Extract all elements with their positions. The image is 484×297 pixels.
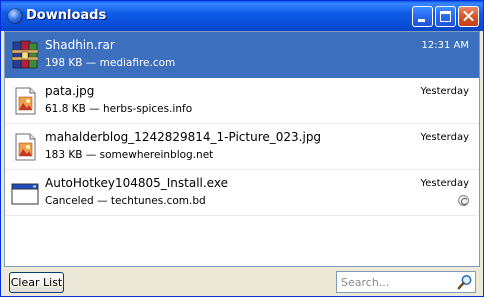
download-item[interactable]: Shadhin.rar 198 KB — mediafire.com 12:31… xyxy=(5,32,479,78)
download-time: Yesterday xyxy=(420,86,469,97)
window-title: Downloads xyxy=(26,8,107,23)
image-file-icon xyxy=(15,87,36,115)
minimize-icon xyxy=(418,19,425,22)
footer-bar: Clear List xyxy=(1,267,483,296)
clear-list-button[interactable]: Clear List xyxy=(9,272,64,293)
search-box[interactable] xyxy=(336,271,476,293)
search-icon[interactable] xyxy=(457,274,473,290)
download-status: Canceled — techtunes.com.bd xyxy=(45,195,206,207)
downloads-list[interactable]: Shadhin.rar 198 KB — mediafire.com 12:31… xyxy=(4,31,480,267)
download-item[interactable]: mahalderblog_1242829814_1-Picture_023.jp… xyxy=(5,124,479,170)
close-button[interactable] xyxy=(458,6,479,27)
retry-icon[interactable] xyxy=(458,195,469,206)
minimize-button[interactable] xyxy=(412,6,433,27)
download-status: 61.8 KB — herbs-spices.info xyxy=(45,103,193,115)
download-time: Yesterday xyxy=(420,178,469,189)
search-input[interactable] xyxy=(337,272,459,292)
close-icon xyxy=(459,7,478,26)
download-status: 183 KB — somewhereinblog.net xyxy=(45,149,214,161)
maximize-icon xyxy=(440,11,451,22)
title-bar[interactable]: Downloads xyxy=(1,1,483,31)
file-name: mahalderblog_1242829814_1-Picture_023.jp… xyxy=(45,130,322,144)
download-item[interactable]: AutoHotkey104805_Install.exe Canceled — … xyxy=(5,170,479,216)
download-time: Yesterday xyxy=(420,132,469,143)
exe-file-icon xyxy=(11,183,39,205)
download-status: 198 KB — mediafire.com xyxy=(45,57,176,69)
app-icon xyxy=(7,8,23,24)
file-name: Shadhin.rar xyxy=(45,38,115,52)
download-item[interactable]: pata.jpg 61.8 KB — herbs-spices.info Yes… xyxy=(5,78,479,124)
maximize-button[interactable] xyxy=(435,6,456,27)
file-name: pata.jpg xyxy=(45,84,95,98)
file-name: AutoHotkey104805_Install.exe xyxy=(45,176,228,190)
rar-archive-icon xyxy=(11,40,39,69)
downloads-window: Downloads Shadhin.rar 198 KB — mediafire… xyxy=(0,0,484,297)
download-time: 12:31 AM xyxy=(421,40,469,51)
image-file-icon xyxy=(15,133,36,161)
